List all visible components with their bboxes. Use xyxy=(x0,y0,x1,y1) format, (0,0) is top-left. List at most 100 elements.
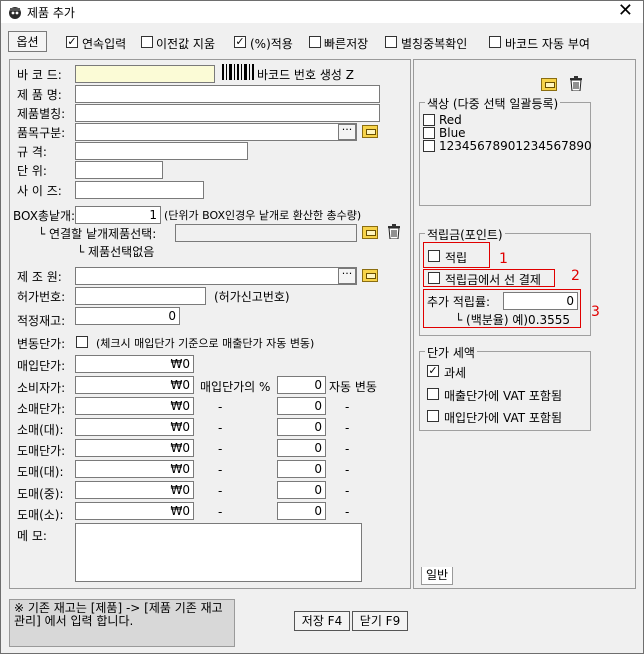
permit-input[interactable] xyxy=(75,287,206,305)
memo-label: 메 모: xyxy=(17,529,47,543)
color-folder-icon[interactable] xyxy=(541,78,557,91)
category-browse-button[interactable]: ··· xyxy=(338,124,356,140)
tab-general[interactable]: 일반 xyxy=(421,567,453,585)
variable-price-checkbox[interactable] xyxy=(76,336,88,348)
points-checkbox[interactable] xyxy=(428,250,440,262)
dash: - xyxy=(218,442,223,456)
auto-change-prefix: 매입단가의 % xyxy=(200,380,271,394)
wholesale-small-label: 도매(소): xyxy=(17,508,64,522)
product-alias-input[interactable] xyxy=(75,104,380,122)
link-product-input[interactable] xyxy=(175,224,357,242)
purchase-vat-checkbox[interactable] xyxy=(427,410,439,422)
points-label: 적립 xyxy=(445,251,468,265)
title-bar: 제품 추가 ✕ xyxy=(1,1,643,23)
alias-dup-label: 별칭중복확인 xyxy=(401,37,468,51)
retail-price-input[interactable] xyxy=(75,397,194,415)
barcode-icon[interactable] xyxy=(221,63,255,81)
retail-pct-input[interactable] xyxy=(277,397,326,415)
wholesale-medium-label: 도매(중): xyxy=(17,487,64,501)
purchase-price-input[interactable] xyxy=(75,355,194,373)
permit-label: 허가번호: xyxy=(17,290,66,304)
close-button[interactable]: 닫기 F9 xyxy=(352,611,408,631)
sales-vat-label: 매출단가에 VAT 포함됨 xyxy=(444,389,562,403)
auto-barcode-checkbox[interactable] xyxy=(489,36,501,48)
points-group-title: 적립금(포인트) xyxy=(425,226,505,243)
wholesale-medium-pct-input[interactable] xyxy=(277,481,326,499)
product-name-label: 제 품 명: xyxy=(17,88,62,102)
link-folder-icon[interactable] xyxy=(362,226,378,239)
wholesale-price-input[interactable] xyxy=(75,439,194,457)
auto-barcode-label: 바코드 자동 부여 xyxy=(505,37,590,51)
options-button[interactable]: 옵션 xyxy=(8,31,47,52)
clear-previous-checkbox[interactable] xyxy=(141,36,153,48)
retail-large-input[interactable] xyxy=(75,418,194,436)
quick-save-checkbox[interactable] xyxy=(309,36,321,48)
continuous-input-checkbox[interactable]: ✓ xyxy=(66,36,78,48)
variable-price-note: (체크시 매입단가 기준으로 매출단가 자동 변동) xyxy=(96,337,315,350)
color-blue-checkbox[interactable] xyxy=(423,127,435,139)
wholesale-small-input[interactable] xyxy=(75,502,194,520)
taxable-label: 과세 xyxy=(444,366,467,380)
retail-large-pct-input[interactable] xyxy=(277,418,326,436)
product-alias-label: 제품별칭: xyxy=(17,107,66,121)
taxable-checkbox[interactable]: ✓ xyxy=(427,365,439,377)
consumer-price-label: 소비자가: xyxy=(17,381,66,395)
link-trash-icon[interactable] xyxy=(387,224,401,239)
color-red-label: Red xyxy=(439,113,462,127)
wholesale-small-pct-input[interactable] xyxy=(277,502,326,520)
maker-folder-icon[interactable] xyxy=(362,269,378,282)
category-input[interactable] xyxy=(75,123,357,141)
apply-percent-label: (%)적용 xyxy=(250,37,293,51)
extra-rate-input[interactable] xyxy=(503,292,578,310)
wholesale-medium-input[interactable] xyxy=(75,481,194,499)
color-number-checkbox[interactable] xyxy=(423,140,435,152)
alias-dup-checkbox[interactable] xyxy=(385,36,397,48)
color-red-checkbox[interactable] xyxy=(423,114,435,126)
sales-vat-checkbox[interactable] xyxy=(427,388,439,400)
box-qty-input[interactable] xyxy=(75,206,161,224)
close-icon[interactable]: ✕ xyxy=(618,2,633,20)
consumer-price-input[interactable] xyxy=(75,376,194,394)
auto-change-input[interactable] xyxy=(277,376,326,394)
color-trash-icon[interactable] xyxy=(569,76,583,91)
dash: - xyxy=(345,484,350,498)
points-prepay-checkbox[interactable] xyxy=(428,272,440,284)
wholesale-large-pct-input[interactable] xyxy=(277,460,326,478)
points-prepay-label: 적립금에서 선 결제 xyxy=(445,273,541,287)
barcode-input[interactable] xyxy=(75,65,215,83)
color-blue-label: Blue xyxy=(439,126,466,140)
category-folder-icon[interactable] xyxy=(362,125,378,138)
dash: - xyxy=(218,421,223,435)
spec-input[interactable] xyxy=(75,142,248,160)
link-product-label: └ 연결할 낱개제품선택: xyxy=(38,227,157,241)
dash: - xyxy=(218,484,223,498)
dash: - xyxy=(345,442,350,456)
wholesale-price-label: 도매단가: xyxy=(17,444,66,458)
wholesale-pct-input[interactable] xyxy=(277,439,326,457)
dash: - xyxy=(218,505,223,519)
size-input[interactable] xyxy=(75,181,204,199)
apply-percent-checkbox[interactable]: ✓ xyxy=(234,36,246,48)
annotation-number-3: 3 xyxy=(591,304,600,320)
stock-input[interactable] xyxy=(75,307,180,325)
memo-textarea[interactable] xyxy=(75,523,362,582)
product-name-input[interactable] xyxy=(75,85,380,103)
barcode-label: 바 코 드: xyxy=(17,68,62,82)
maker-label: 제 조 원: xyxy=(17,270,62,284)
maker-browse-button[interactable]: ··· xyxy=(338,268,356,284)
box-qty-note: (단위가 BOX인경우 낱개로 환산한 총수량) xyxy=(164,209,362,222)
dash: - xyxy=(345,400,350,414)
unit-input[interactable] xyxy=(75,161,163,179)
variable-price-label: 변동단가: xyxy=(17,337,66,351)
dash: - xyxy=(218,463,223,477)
tax-group-title: 단가 세액 xyxy=(425,344,477,361)
dash: - xyxy=(345,505,350,519)
save-button[interactable]: 저장 F4 xyxy=(294,611,350,631)
box-qty-label: BOX총낱개: xyxy=(13,209,76,223)
purchase-price-label: 매입단가: xyxy=(17,359,66,373)
maker-input[interactable] xyxy=(75,267,357,285)
wholesale-large-input[interactable] xyxy=(75,460,194,478)
window-title: 제품 추가 xyxy=(27,6,75,20)
stock-label: 적정재고: xyxy=(17,314,66,328)
barcode-generate-link[interactable]: 바코드 번호 생성 Z xyxy=(257,66,354,83)
